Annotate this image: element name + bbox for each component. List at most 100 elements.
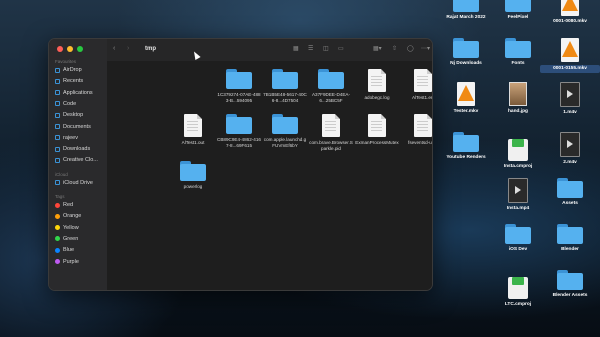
download-icon xyxy=(55,146,60,152)
desktop-item-name: LTC.cmproj xyxy=(504,302,532,307)
sidebar-item-label: Blue xyxy=(63,247,75,254)
sidebar-item[interactable]: Documents xyxy=(55,124,91,130)
sidebar-item[interactable]: Desktop xyxy=(55,112,83,118)
file-item[interactable]: 1C379274-07AE-4883-B...594095 xyxy=(217,69,261,103)
sidebar-item[interactable]: Creative Clo... xyxy=(55,157,98,163)
cloud-icon xyxy=(55,157,60,163)
desktop-item[interactable]: Blender xyxy=(540,224,600,253)
finder-window[interactable]: Favourites AirDrop Recents Applications Code… xyxy=(48,38,433,291)
project-file-icon xyxy=(508,277,528,299)
desktop-item[interactable]: Youtube Renders xyxy=(436,132,496,161)
desktop-item[interactable]: iOS Dev xyxy=(488,224,548,253)
desktop-item-name: 1.m4v xyxy=(563,110,577,115)
desktop-item[interactable]: Nj Downloads xyxy=(436,38,496,67)
desktop-item[interactable]: Blender Assets xyxy=(540,270,600,299)
file-item[interactable]: powerlog xyxy=(171,161,215,190)
desktop-item[interactable]: 1.m4v xyxy=(540,82,600,116)
file-item[interactable]: com.brave.Browser.Sparkle.pid xyxy=(309,114,353,151)
desktop-item-name: FeelPixel xyxy=(507,15,529,20)
sidebar-item-label: Code xyxy=(63,100,77,107)
sidebar-item-label: Downloads xyxy=(63,146,91,153)
file-item[interactable]: AlTest1.out xyxy=(171,114,215,146)
sidebar-item[interactable]: Code xyxy=(55,101,76,107)
desktop-item-name: Rajat March 2022 xyxy=(446,15,486,20)
sidebar-item-label: Yellow xyxy=(63,224,79,231)
file-item[interactable]: fseventsd-uuid xyxy=(401,114,432,146)
file-item[interactable]: com.apple.launchd.gFUVmEf6bY xyxy=(263,114,307,148)
clock-icon xyxy=(55,78,60,84)
close-button[interactable] xyxy=(57,46,63,52)
file-item[interactable]: AlTest1.err xyxy=(401,69,433,101)
airdrop-icon xyxy=(55,67,60,73)
sidebar-item-label: Purple xyxy=(63,258,79,265)
file-item[interactable]: A37F9DEE-D4EA-6...25BC5F xyxy=(309,69,353,103)
group-icon[interactable]: ▦▾ xyxy=(373,45,382,52)
sidebar-item-label: Red xyxy=(63,202,74,208)
file-item[interactable]: 7B1B5E48-5617-40C6-8...4D7504 xyxy=(263,69,307,103)
file-item[interactable]: ExmanProcessMutex xyxy=(355,114,399,146)
gallery-view-icon[interactable]: ▭ xyxy=(338,45,344,52)
sidebar-item[interactable]: Purple xyxy=(55,259,79,265)
desktop-item[interactable]: Tester.mkv xyxy=(436,82,496,115)
icon-view-icon[interactable]: ▦ xyxy=(293,45,299,52)
sidebar-item[interactable]: Red xyxy=(55,202,73,208)
folder-icon xyxy=(557,270,583,290)
project-file-icon xyxy=(508,139,528,161)
desktop-item[interactable]: Fonts xyxy=(488,38,548,67)
desktop-item[interactable]: Insta.cmproj xyxy=(488,132,548,170)
desktop-item-name: iOS Dev xyxy=(508,247,528,252)
file-item[interactable]: adobegc.log xyxy=(355,69,399,101)
share-icon[interactable]: ⇧ xyxy=(392,45,397,52)
forward-button[interactable]: › xyxy=(127,45,129,52)
file-name: powerlog xyxy=(183,184,203,189)
folder-icon xyxy=(505,224,531,244)
document-icon xyxy=(184,114,202,137)
file-name: AlTest1.err xyxy=(412,95,433,100)
sidebar-item[interactable]: Downloads xyxy=(55,146,90,152)
window-controls xyxy=(57,46,83,52)
column-view-icon[interactable]: ◫ xyxy=(323,45,329,52)
desktop-item[interactable]: FeelPixel xyxy=(488,0,548,21)
sidebar-item-label: Creative Clo... xyxy=(63,157,98,164)
desktop-item-name: Tester.mkv xyxy=(453,109,479,114)
tag-color-icon xyxy=(55,259,60,264)
zoom-button[interactable] xyxy=(77,46,83,52)
minimize-button[interactable] xyxy=(67,46,73,52)
desktop-item-name: hand.jpg xyxy=(508,109,528,114)
sidebar-item[interactable]: Blue xyxy=(55,247,74,253)
desktop-item[interactable]: Assets xyxy=(540,178,600,207)
desktop-item[interactable]: LTC.cmproj xyxy=(488,270,548,308)
back-button[interactable]: ‹ xyxy=(113,45,115,52)
folder-icon xyxy=(505,0,531,12)
sidebar-item-label: Desktop xyxy=(63,112,84,119)
desktop-item-name: 2.m4v xyxy=(563,160,577,165)
sidebar-item[interactable]: Recents xyxy=(55,78,83,84)
sidebar-item-label: Orange xyxy=(63,213,82,220)
folder-icon xyxy=(453,132,479,152)
sidebar-item[interactable]: Applications xyxy=(55,90,93,96)
sidebar-item[interactable]: Green xyxy=(55,236,78,242)
desktop-icon xyxy=(55,112,60,118)
vlc-file-icon xyxy=(457,82,475,106)
sidebar-item[interactable]: Orange xyxy=(55,213,81,219)
sidebar-item[interactable]: Yellow xyxy=(55,225,79,231)
file-name: 7B1B5E48-5617-40C6-8...4D7504 xyxy=(263,92,307,103)
file-name: 1C379274-07AE-4883-B...594095 xyxy=(217,92,261,103)
desktop-item[interactable]: Rajat March 2022 xyxy=(436,0,496,21)
desktop-item-name: Fonts xyxy=(511,61,525,66)
sidebar-item[interactable]: iCloud Drive xyxy=(55,180,93,186)
file-item[interactable]: CB89C9E4-4862-4167-8...69F615 xyxy=(217,114,261,148)
sidebar-item-label: AirDrop xyxy=(63,67,82,73)
action-icon[interactable]: ⋯▾ xyxy=(421,45,430,52)
list-view-icon[interactable]: ☰ xyxy=(308,45,313,52)
desktop-item[interactable]: 0001-0080.mkv xyxy=(540,0,600,25)
sidebar-item[interactable]: rajeev xyxy=(55,135,78,141)
tag-icon[interactable]: ◯ xyxy=(407,45,414,52)
sidebar-item-label: rajeev xyxy=(63,134,78,141)
sidebar-item[interactable]: AirDrop xyxy=(55,67,82,73)
vlc-file-icon xyxy=(561,0,579,16)
desktop-item[interactable]: hand.jpg xyxy=(488,82,548,115)
desktop-item[interactable]: Insta.mp4 xyxy=(488,178,548,212)
desktop-item[interactable]: 0001-0155.mkv xyxy=(540,38,600,73)
desktop-item[interactable]: 2.m4v xyxy=(540,132,600,166)
